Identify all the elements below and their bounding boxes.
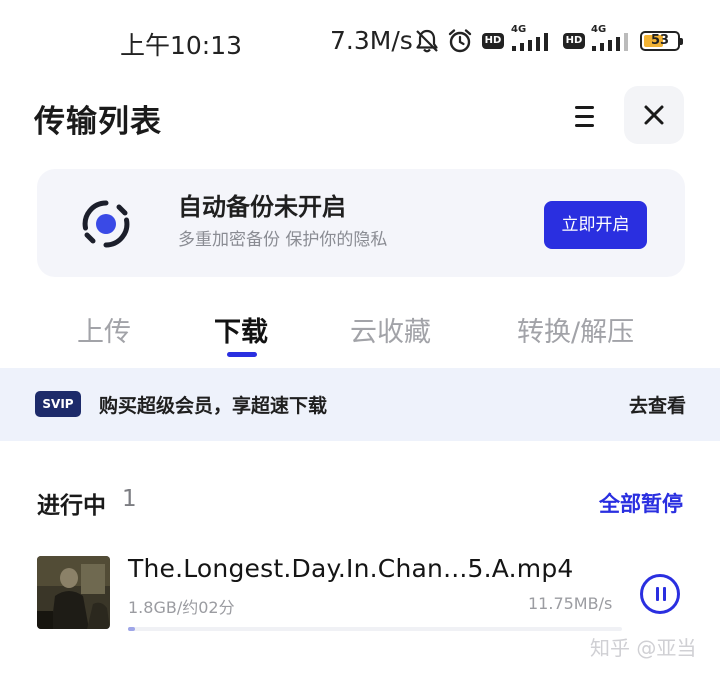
file-name[interactable]: The.Longest.Day.In.Chan...5.A.mp4 bbox=[128, 554, 574, 583]
file-size-info: 1.8GB/约02分 bbox=[128, 598, 235, 617]
auto-backup-card: 自动备份未开启 多重加密备份 保护你的隐私 立即开启 bbox=[37, 169, 685, 277]
video-thumbnail bbox=[37, 556, 110, 629]
in-progress-label: 进行中 bbox=[37, 493, 106, 519]
active-tab-indicator bbox=[227, 352, 257, 357]
battery-cap bbox=[680, 38, 683, 45]
alarm-icon bbox=[447, 28, 473, 58]
close-icon bbox=[644, 105, 664, 125]
in-progress-count: 1 bbox=[122, 486, 137, 512]
hd-icon: HD bbox=[482, 33, 504, 49]
svip-badge: SVIP bbox=[35, 391, 81, 417]
signal-4g-icon bbox=[510, 30, 556, 56]
download-progress-bar bbox=[128, 627, 622, 631]
signal-4g-icon bbox=[590, 30, 632, 56]
hd-icon: HD bbox=[563, 33, 585, 49]
svip-promo-bar[interactable]: SVIP 购买超级会员，享超速下载 去查看 bbox=[0, 368, 720, 441]
network-speed: 7.3M/s bbox=[330, 26, 413, 55]
tab-upload[interactable]: 上传 bbox=[77, 310, 131, 349]
pause-all-button[interactable]: 全部暂停 bbox=[599, 488, 683, 518]
close-button[interactable] bbox=[624, 86, 684, 144]
watermark: 知乎 @亚当 bbox=[590, 636, 697, 660]
bell-off-icon bbox=[414, 28, 440, 58]
backup-sync-icon bbox=[81, 199, 131, 253]
status-time: 上午10:13 bbox=[120, 31, 243, 60]
tab-download[interactable]: 下载 bbox=[214, 310, 268, 349]
tab-cloud-collection[interactable]: 云收藏 bbox=[350, 310, 431, 349]
page-title: 传输列表 bbox=[34, 104, 162, 140]
enable-backup-button[interactable]: 立即开启 bbox=[544, 201, 647, 249]
battery-icon: 53 bbox=[640, 31, 683, 51]
status-bar: 上午10:13 7.3M/s HD 4G HD 4G 53 bbox=[0, 0, 720, 80]
pause-download-button[interactable] bbox=[640, 574, 680, 614]
download-progress-fill bbox=[128, 627, 135, 631]
view-promo-link[interactable]: 去查看 bbox=[629, 391, 686, 418]
promo-text: 购买超级会员，享超速下载 bbox=[99, 395, 328, 417]
download-speed: 11.75MB/s bbox=[528, 594, 613, 613]
backup-title: 自动备份未开启 bbox=[178, 193, 346, 221]
menu-button[interactable] bbox=[568, 100, 602, 134]
backup-subtitle: 多重加密备份 保护你的隐私 bbox=[178, 230, 388, 250]
battery-percent: 53 bbox=[650, 33, 670, 48]
tab-convert-extract[interactable]: 转换/解压 bbox=[517, 310, 634, 349]
